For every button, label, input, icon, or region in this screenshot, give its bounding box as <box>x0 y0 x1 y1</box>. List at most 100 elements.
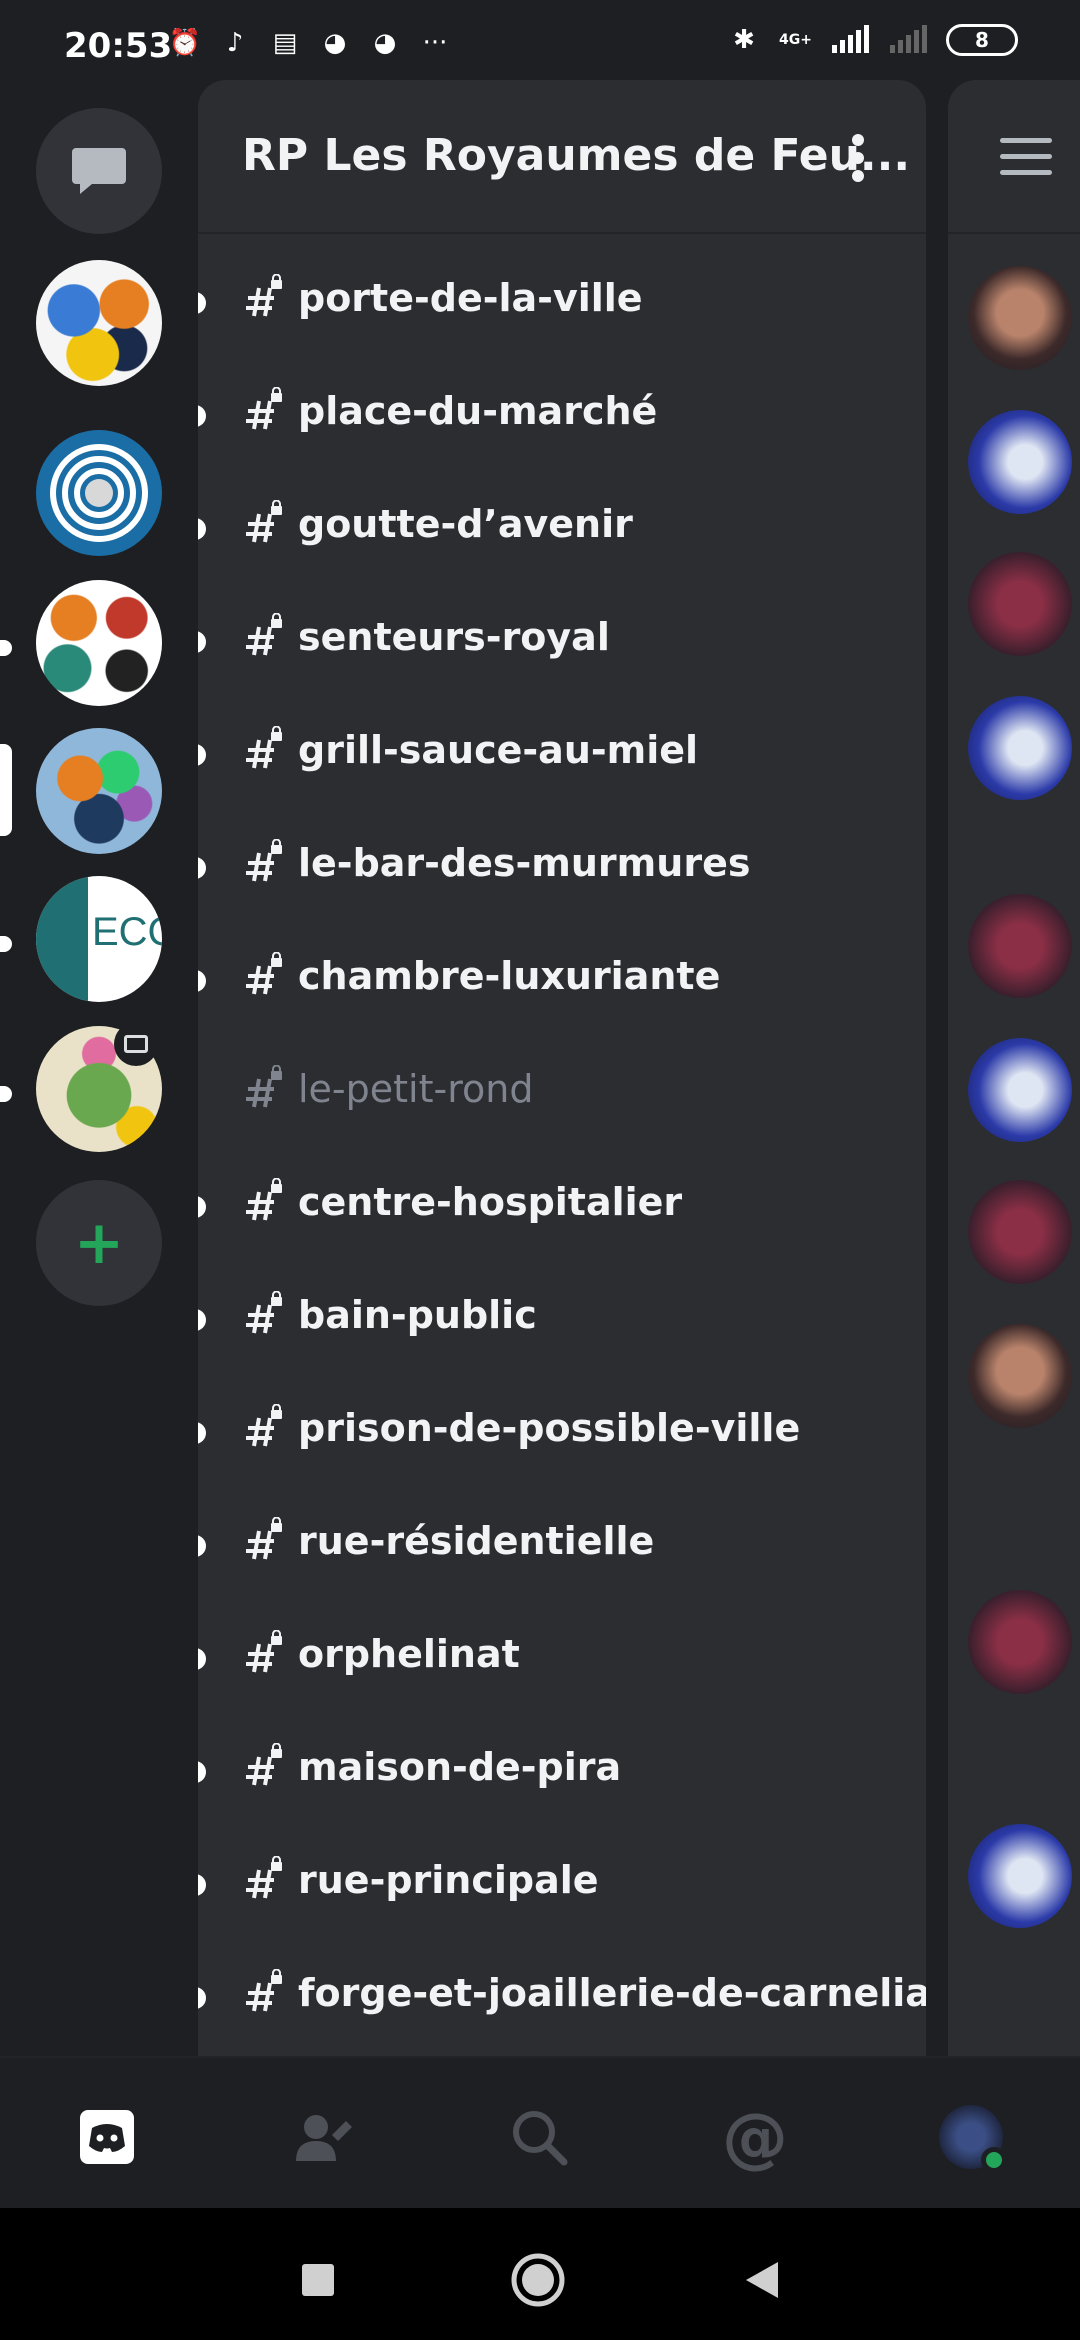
channel-item[interactable]: grill-sauce-au-miel <box>198 706 926 806</box>
unread-indicator <box>198 744 206 766</box>
avatar <box>968 1590 1072 1694</box>
channel-name: goutte-d’avenir <box>298 502 633 546</box>
unread-indicator <box>198 1874 206 1896</box>
unread-indicator <box>0 640 12 656</box>
channel-list-panel: RP Les Royaumes de Feu... porte-de-la-vi… <box>198 80 926 2056</box>
discord-icon: ◕ <box>323 28 347 58</box>
avatar <box>968 1324 1072 1428</box>
channel-item[interactable]: bain-public <box>198 1271 926 1371</box>
server-dragons-circle[interactable] <box>36 580 162 706</box>
channel-item[interactable]: maison-de-pira <box>198 1723 926 1823</box>
channel-item[interactable]: le-petit-rond <box>198 1045 926 1145</box>
server-maze[interactable] <box>36 430 162 556</box>
locked-channel-hash-icon <box>246 1517 282 1560</box>
channel-item[interactable]: place-du-marché <box>198 367 926 467</box>
home-button[interactable] <box>510 2252 566 2308</box>
avatar <box>968 1180 1072 1284</box>
locked-channel-hash-icon <box>246 1630 282 1673</box>
locked-channel-hash-icon <box>246 1404 282 1447</box>
locked-channel-hash-icon <box>246 726 282 769</box>
add-server-button[interactable]: + <box>36 1180 162 1306</box>
back-button[interactable] <box>734 2252 790 2308</box>
channel-name: forge-et-joaillerie-de-carnelian <box>298 1971 926 2015</box>
square-icon <box>302 2264 334 2296</box>
channel-item[interactable]: prison-de-possible-ville <box>198 1384 926 1484</box>
channel-item[interactable]: rue-résidentielle <box>198 1497 926 1597</box>
channel-item[interactable]: centre-hospitalier <box>198 1158 926 1258</box>
locked-channel-hash-icon <box>246 274 282 317</box>
server-dragons[interactable] <box>36 260 162 386</box>
signal-icon <box>832 25 869 53</box>
status-bar: 20:53 ⏰ ♪ ▤ ◕ ◕ ··· ✱ 4G+ 8 <box>0 0 1080 80</box>
signal-off-icon <box>890 25 927 53</box>
friends-tab[interactable] <box>290 2102 360 2172</box>
unread-indicator <box>198 1422 206 1444</box>
unread-indicator <box>198 970 206 992</box>
server-dragons-colorful[interactable] <box>36 728 162 854</box>
channel-name: prison-de-possible-ville <box>298 1406 801 1450</box>
channel-name: rue-principale <box>298 1858 599 1902</box>
locked-channel-hash-icon <box>246 613 282 656</box>
battery-icon: 8 <box>946 24 1018 56</box>
notification-icons: ⏰ ♪ ▤ ◕ ◕ ··· <box>168 28 452 58</box>
locked-channel-hash-icon <box>246 839 282 882</box>
avatar <box>968 410 1072 514</box>
bluetooth-icon: ✱ <box>733 25 755 55</box>
channel-name: centre-hospitalier <box>298 1180 683 1224</box>
channel-item[interactable]: senteurs-royal <box>198 593 926 693</box>
eco-logo-icon <box>36 876 88 1002</box>
more-dots-icon: ··· <box>422 28 448 58</box>
channel-name: porte-de-la-ville <box>298 276 643 320</box>
more-vertical-icon[interactable] <box>850 132 866 182</box>
channel-item[interactable]: goutte-d’avenir <box>198 480 926 580</box>
search-icon <box>513 2111 568 2166</box>
news-icon: ▤ <box>272 28 298 58</box>
alarm-icon: ⏰ <box>168 28 202 58</box>
online-status-icon <box>981 2147 1007 2173</box>
circle-icon <box>511 2253 565 2307</box>
channel-item[interactable]: chambre-luxuriante <box>198 932 926 1032</box>
home-tab[interactable] <box>72 2102 142 2172</box>
unread-indicator <box>198 518 206 540</box>
server-name: RP Les Royaumes de Feu... <box>242 130 911 181</box>
avatar <box>968 894 1072 998</box>
direct-messages-button[interactable] <box>36 108 162 234</box>
locked-channel-hash-icon <box>246 1743 282 1786</box>
locked-channel-hash-icon <box>246 1969 282 2012</box>
unread-indicator <box>0 936 12 952</box>
avatar <box>968 1038 1072 1142</box>
channel-name: le-petit-rond <box>298 1067 534 1111</box>
plus-icon: + <box>73 1208 125 1278</box>
unread-indicator <box>0 1086 12 1102</box>
server-header[interactable]: RP Les Royaumes de Feu... <box>198 80 926 234</box>
avatar <box>968 696 1072 800</box>
search-tab[interactable] <box>504 2102 574 2172</box>
channel-item[interactable]: rue-principale <box>198 1836 926 1936</box>
channel-name: senteurs-royal <box>298 615 610 659</box>
bottom-navigation: @ <box>0 2056 1080 2208</box>
avatar <box>968 1824 1072 1928</box>
friends-icon <box>296 2115 352 2161</box>
unread-indicator <box>198 292 206 314</box>
channel-item[interactable]: porte-de-la-ville <box>198 254 926 354</box>
avatar <box>939 2105 1007 2173</box>
channel-name: grill-sauce-au-miel <box>298 728 699 772</box>
channel-item[interactable]: forge-et-joaillerie-de-carnelian <box>198 1949 926 2049</box>
channel-item[interactable]: le-bar-des-murmures <box>198 819 926 919</box>
locked-channel-hash-icon <box>246 1065 282 1108</box>
unread-indicator <box>198 1761 206 1783</box>
mentions-tab[interactable]: @ <box>720 2099 790 2176</box>
selected-indicator <box>0 744 12 836</box>
chat-header <box>948 80 1080 234</box>
maze-logo-icon <box>50 444 148 542</box>
channel-name: maison-de-pira <box>298 1745 622 1789</box>
at-sign-icon: @ <box>722 2098 788 2176</box>
server-eco[interactable]: ECO <box>36 876 162 1002</box>
profile-tab[interactable] <box>936 2102 1007 2173</box>
channel-item[interactable]: orphelinat <box>198 1610 926 1710</box>
recents-button[interactable] <box>290 2252 346 2308</box>
unread-indicator <box>198 1987 206 2009</box>
chat-preview-sliver[interactable] <box>948 80 1080 2056</box>
locked-channel-hash-icon <box>246 500 282 543</box>
hamburger-menu-icon[interactable] <box>1000 138 1052 178</box>
